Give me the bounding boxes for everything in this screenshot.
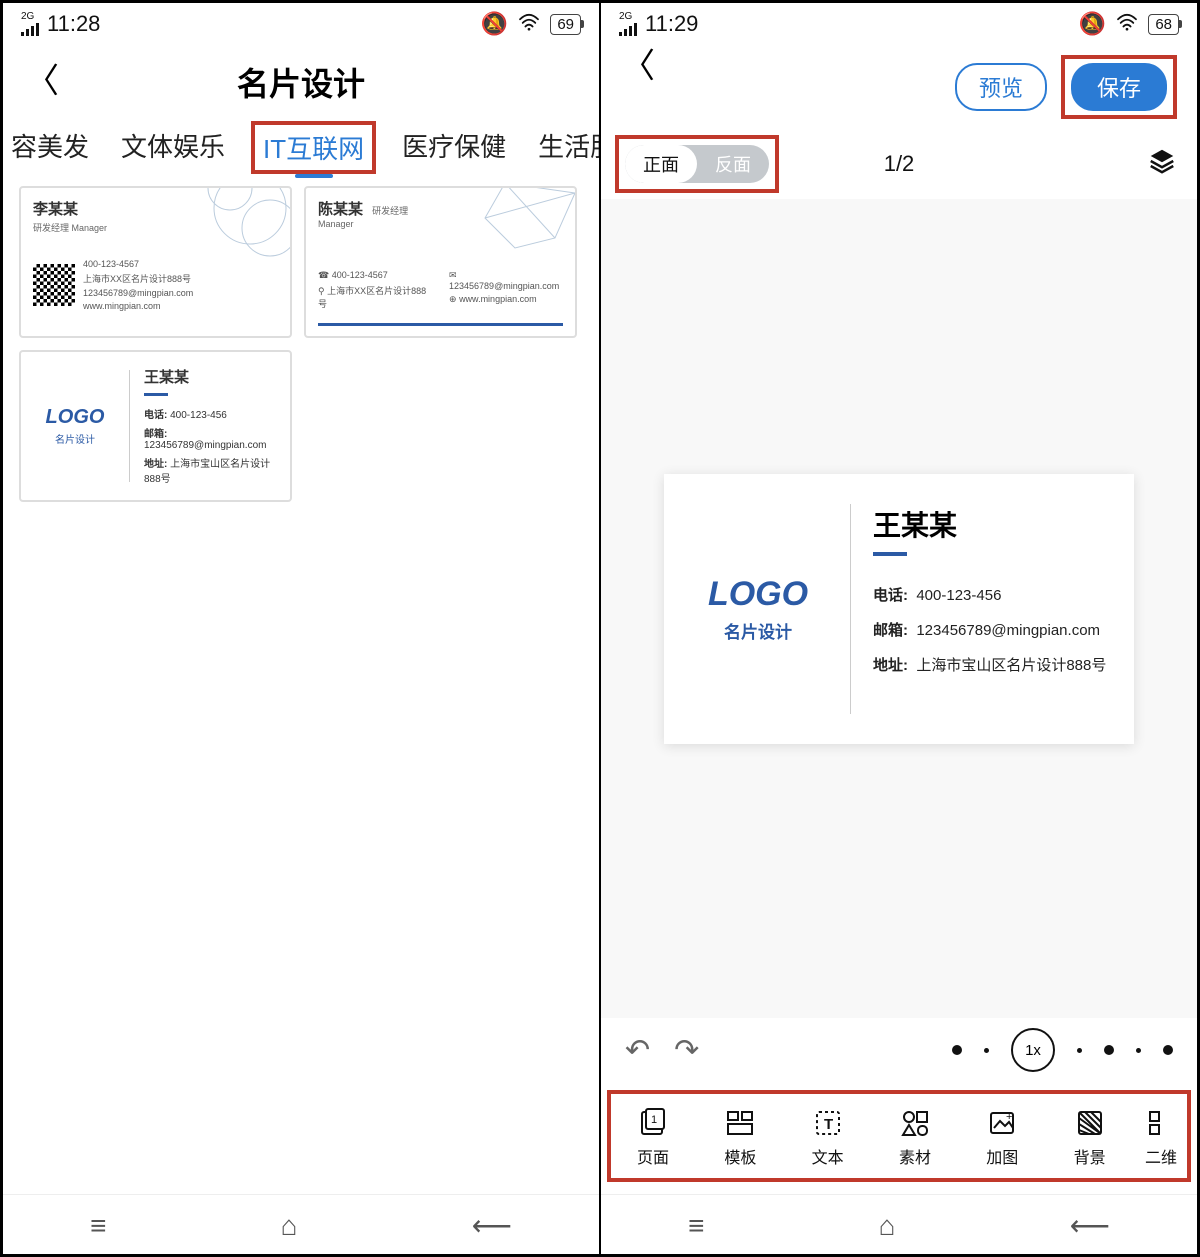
business-card[interactable]: LOGO 名片设计 王某某 电话: 400-123-456 邮箱: 123456… [664,474,1134,744]
card-logo-text[interactable]: LOGO [708,575,808,614]
menu-icon[interactable]: ≡ [688,1210,704,1242]
header: 〈 名片设计 [3,41,599,115]
tool-image[interactable]: + 加图 [966,1108,1038,1168]
system-nav: ≡ ⌂ ⟵ [3,1194,599,1254]
polygon-decoration-icon [445,186,577,278]
template-grid: 李某某 研发经理 Manager 400-123-4567 上海市XX区名片设计… [3,186,599,502]
save-highlight: 保存 [1061,55,1177,119]
tab-it-internet[interactable]: IT互联网 [257,127,370,168]
image-icon: + [987,1108,1017,1138]
signal-icon: 2G [21,12,39,36]
battery-icon: 69 [550,14,581,35]
battery-icon: 68 [1148,14,1179,35]
tab-entertainment[interactable]: 文体娱乐 [121,127,225,168]
tool-page[interactable]: 1 页面 [617,1108,689,1168]
tab-life[interactable]: 生活服 [538,127,599,168]
qr-icon [1146,1108,1176,1138]
svg-text:T: T [824,1116,833,1133]
page-indicator: 1/2 [884,151,915,177]
logo-text: LOGO [46,406,105,429]
text-icon: T [813,1108,843,1138]
zoom-level[interactable]: 1x [1011,1028,1055,1072]
template-card-2[interactable]: 陈某某 研发经理 Manager ☎ 400-123-4567 ⚲ 上海市XX区… [304,186,577,338]
home-icon[interactable]: ⌂ [879,1210,896,1242]
signal-icon: 2G [619,12,637,36]
left-screen: 2G 11:28 🔕 69 〈 名片设计 容美发 文体娱乐 IT互联网 医疗保健… [0,0,600,1257]
qr-code-icon [33,264,75,306]
preview-button[interactable]: 预览 [955,63,1047,111]
editor-canvas[interactable]: LOGO 名片设计 王某某 电话: 400-123-456 邮箱: 123456… [601,199,1197,1018]
template-icon [725,1108,755,1138]
category-tabs: 容美发 文体娱乐 IT互联网 医疗保健 生活服 [3,115,599,186]
bottom-tools: 1 页面 模板 T 文本 素材 + 加图 背景 [617,1108,1181,1168]
page-icon: 1 [638,1108,668,1138]
side-toggle-bar: 正面 反面 1/2 [601,129,1197,199]
tool-background[interactable]: 背景 [1054,1108,1126,1168]
home-icon[interactable]: ⌂ [281,1210,298,1242]
back-nav-icon[interactable]: ⟵ [1070,1209,1110,1242]
status-bar: 2G 11:28 🔕 69 [3,3,599,41]
template-card-3[interactable]: LOGO 名片设计 王某某 电话: 400-123-456 邮箱: 123456… [19,350,292,502]
redo-icon[interactable]: ↷ [674,1033,699,1068]
tools-highlight: 1 页面 模板 T 文本 素材 + 加图 背景 [607,1090,1191,1182]
tool-template[interactable]: 模板 [704,1108,776,1168]
element-icon [900,1108,930,1138]
tool-element[interactable]: 素材 [879,1108,951,1168]
layers-icon[interactable] [1147,146,1177,183]
page-title: 名片设计 [237,66,365,102]
status-bar: 2G 11:29 🔕 68 [601,3,1197,41]
back-nav-icon[interactable]: ⟵ [472,1209,512,1242]
side-toggle[interactable]: 正面 反面 [625,145,769,183]
system-nav: ≡ ⌂ ⟵ [601,1194,1197,1254]
svg-text:1: 1 [651,1114,657,1126]
side-toggle-highlight: 正面 反面 [615,135,779,193]
undo-icon[interactable]: ↶ [625,1033,650,1068]
right-screen: 2G 11:29 🔕 68 〈 预览 保存 正面 反面 [600,0,1200,1257]
tool-text[interactable]: T 文本 [792,1108,864,1168]
status-time: 11:28 [47,11,100,37]
background-icon [1075,1108,1105,1138]
wifi-icon [1116,11,1138,37]
wifi-icon [518,11,540,37]
svg-text:+: + [1006,1111,1012,1123]
circles-decoration-icon [160,186,292,278]
back-icon[interactable]: 〈 [621,38,655,87]
bell-off-icon: 🔕 [1079,11,1106,37]
front-side-button[interactable]: 正面 [625,145,697,183]
editor-header: 〈 预览 保存 [601,41,1197,129]
tab-beauty[interactable]: 容美发 [11,127,89,168]
template-card-1[interactable]: 李某某 研发经理 Manager 400-123-4567 上海市XX区名片设计… [19,186,292,338]
tab-medical[interactable]: 医疗保健 [402,127,506,168]
back-icon[interactable]: 〈 [25,54,59,103]
card-logo-sub[interactable]: 名片设计 [724,618,792,643]
tool-qr[interactable]: 二维 [1141,1108,1181,1168]
status-time: 11:29 [645,11,698,37]
menu-icon[interactable]: ≡ [90,1210,106,1242]
save-button[interactable]: 保存 [1071,63,1167,111]
card-name[interactable]: 王某某 [873,504,1110,544]
back-side-button[interactable]: 反面 [697,145,769,183]
bell-off-icon: 🔕 [481,11,508,37]
zoom-slider[interactable]: 1x [952,1028,1173,1072]
zoom-bar: ↶ ↷ 1x [601,1018,1197,1090]
